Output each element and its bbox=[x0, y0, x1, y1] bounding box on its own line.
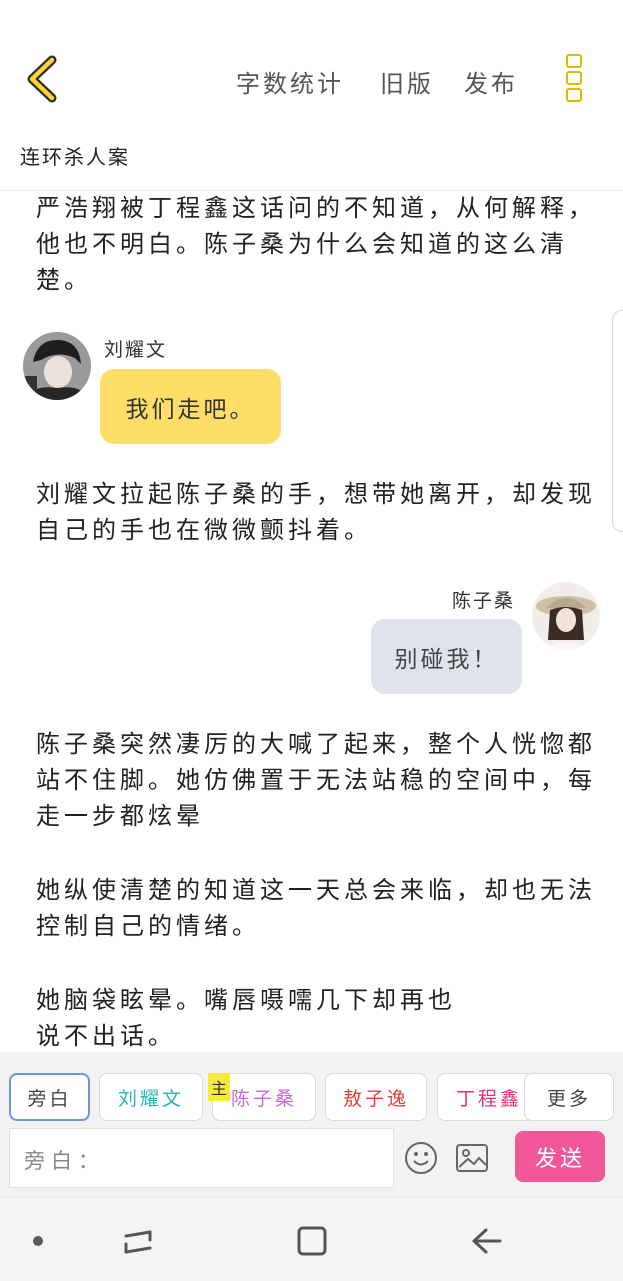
role-chip-label: 敖子逸 bbox=[342, 1087, 409, 1110]
narration-paragraph: 她脑袋眩晕。嘴唇嗫嚅几下却再也说不出话。 bbox=[36, 986, 456, 1050]
role-chip-label: 更多 bbox=[546, 1087, 591, 1110]
avatar[interactable] bbox=[532, 582, 600, 650]
narration-paragraph: 刘耀文拉起陈子桑的手，想带她离开，却发现自己的手也在微微颤抖着。 bbox=[36, 480, 596, 544]
more-menu-button[interactable] bbox=[560, 52, 588, 106]
image-button[interactable] bbox=[455, 1143, 489, 1177]
recents-icon[interactable] bbox=[120, 1226, 156, 1258]
more-vertical-icon bbox=[566, 54, 582, 68]
message-bubble[interactable]: 我们走吧。 bbox=[100, 369, 281, 444]
message-input[interactable]: 旁白： bbox=[9, 1128, 394, 1188]
role-chip-liuyaowen[interactable]: 刘耀文 bbox=[99, 1073, 203, 1121]
narration-paragraph: 严浩翔被丁程鑫这话问的不知道，从何解释，他也不明白。陈子桑为什么会知道的这么清楚… bbox=[36, 194, 596, 294]
narration-paragraph: 她纵使清楚的知道这一天总会来临，却也无法控制自己的情绪。 bbox=[36, 876, 596, 940]
message-bubble[interactable]: 别碰我！ bbox=[371, 619, 522, 694]
emoji-icon bbox=[405, 1142, 437, 1174]
avatar[interactable] bbox=[23, 332, 91, 400]
back-arrow-icon[interactable] bbox=[470, 1226, 504, 1256]
dot-icon[interactable] bbox=[33, 1236, 43, 1246]
page-title: 连环杀人案 bbox=[20, 145, 130, 169]
more-dot bbox=[566, 71, 582, 85]
speaker-name: 刘耀文 bbox=[104, 339, 168, 361]
speaker-name: 陈子桑 bbox=[452, 590, 516, 612]
role-chip-dingchengxin[interactable]: 丁程鑫 bbox=[437, 1073, 533, 1121]
chevron-left-icon bbox=[27, 55, 57, 103]
main-role-badge: 主 bbox=[208, 1073, 230, 1101]
role-chip-narrator[interactable]: 旁白 bbox=[9, 1073, 90, 1121]
home-icon[interactable] bbox=[295, 1224, 329, 1258]
image-icon bbox=[456, 1144, 488, 1172]
send-button[interactable]: 发送 bbox=[515, 1131, 605, 1182]
role-chip-label: 丁程鑫 bbox=[455, 1087, 522, 1110]
role-chip-aoziyi[interactable]: 敖子逸 bbox=[325, 1073, 427, 1121]
more-dot bbox=[566, 88, 582, 102]
scroll-handle[interactable] bbox=[612, 310, 623, 532]
old-version-button[interactable]: 旧版 bbox=[380, 64, 434, 99]
publish-button[interactable]: 发布 bbox=[464, 64, 518, 99]
word-count-button[interactable]: 字数统计 bbox=[236, 64, 344, 99]
more-roles-button[interactable]: 更多 bbox=[524, 1073, 614, 1121]
navigation-bar bbox=[0, 1197, 623, 1281]
role-chip-label: 刘耀文 bbox=[117, 1087, 184, 1110]
narration-paragraph: 陈子桑突然凄厉的大喊了起来，整个人恍惚都站不住脚。她仿佛置于无法站稳的空间中，每… bbox=[36, 730, 596, 830]
role-chip-label: 旁白 bbox=[27, 1087, 72, 1110]
role-chip-label: 陈子桑 bbox=[230, 1087, 297, 1110]
back-button[interactable] bbox=[20, 52, 70, 106]
emoji-button[interactable] bbox=[404, 1141, 438, 1179]
input-placeholder: 旁白： bbox=[24, 1149, 105, 1173]
